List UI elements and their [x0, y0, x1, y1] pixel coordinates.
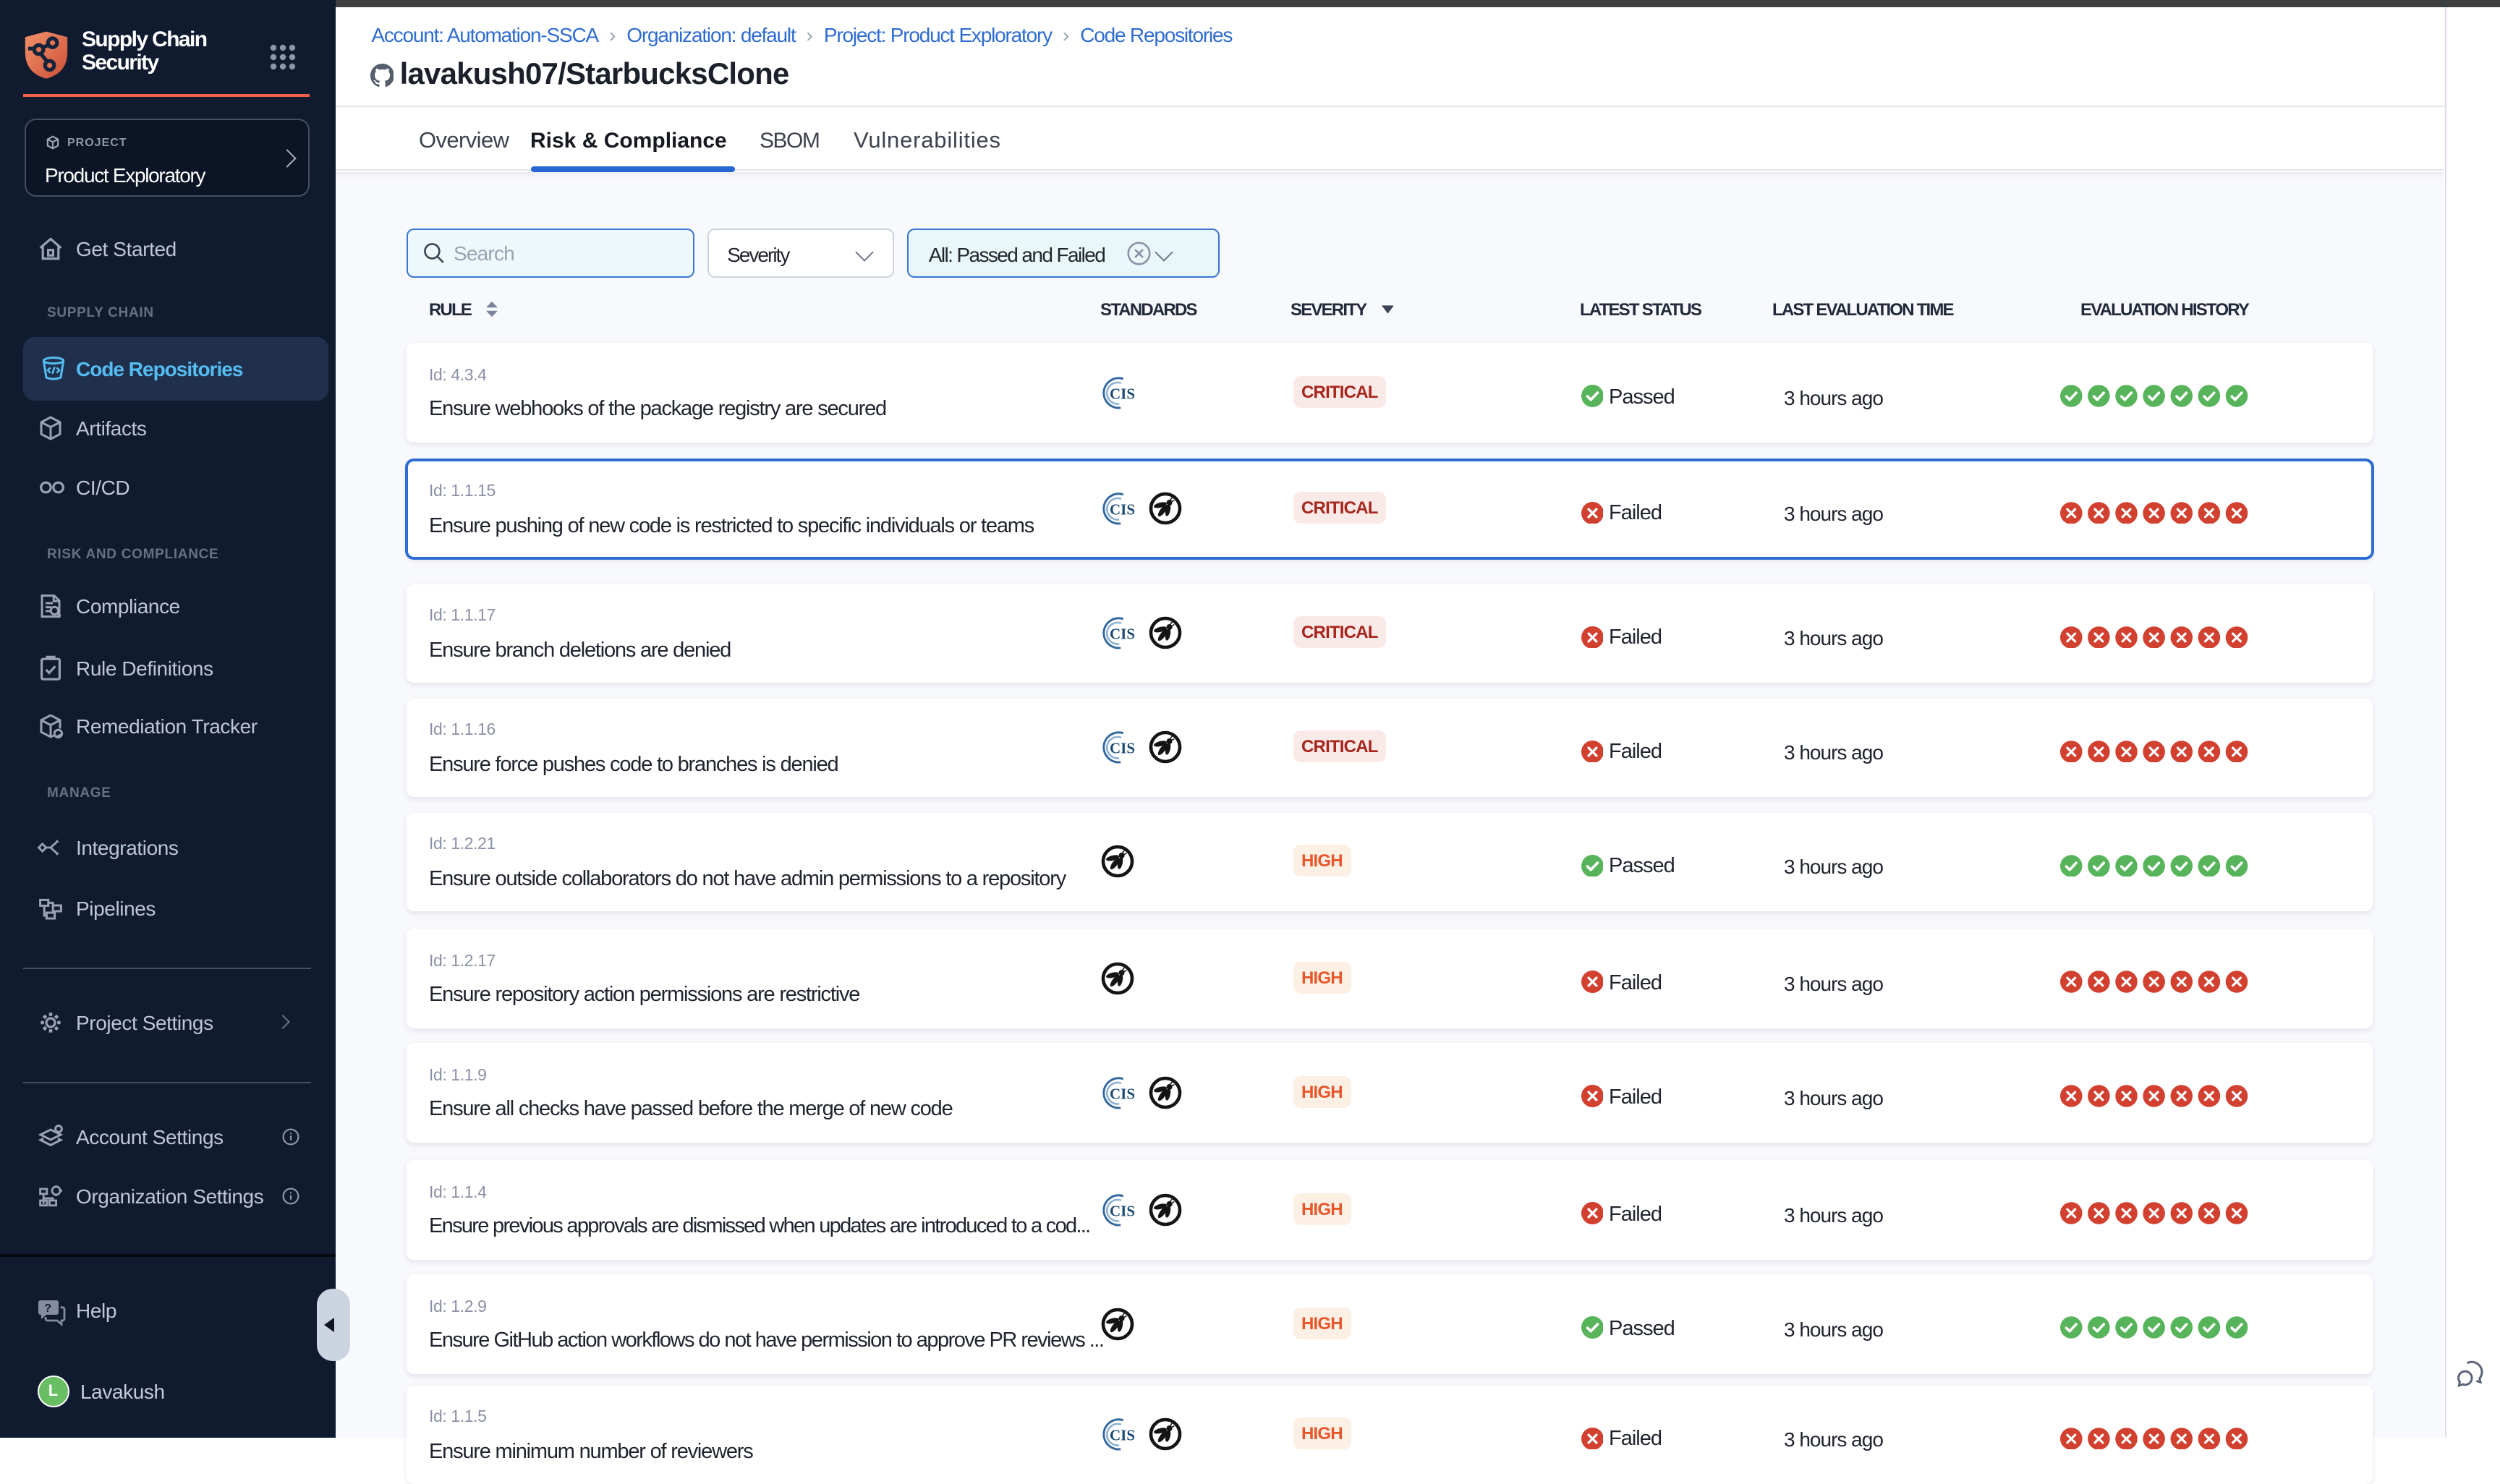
svg-text:CIS: CIS — [1109, 385, 1134, 402]
svg-text:CIS: CIS — [1109, 1085, 1134, 1102]
svg-text:CIS: CIS — [1109, 740, 1134, 757]
svg-text:CIS: CIS — [1109, 1202, 1134, 1219]
svg-text:?: ? — [44, 1302, 51, 1315]
svg-text:CIS: CIS — [1109, 1427, 1134, 1444]
svg-text:CIS: CIS — [1109, 626, 1134, 643]
svg-text:CIS: CIS — [1109, 501, 1134, 519]
